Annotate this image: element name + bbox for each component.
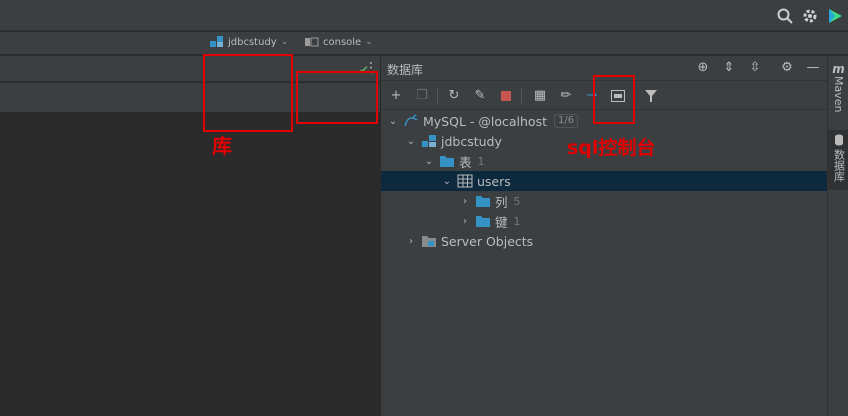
- stop-icon[interactable]: [497, 87, 515, 105]
- tree-node-keys[interactable]: › 键 1: [381, 211, 827, 231]
- database-tab-label: 数据库: [832, 149, 846, 182]
- folder-icon: [440, 156, 454, 167]
- editor-body[interactable]: [0, 114, 380, 416]
- chevron-right-icon[interactable]: ›: [459, 196, 471, 207]
- schema-icon: [422, 135, 436, 147]
- panel-title: 数据库: [387, 63, 424, 77]
- library-annotation: 库: [212, 134, 232, 158]
- database-selector[interactable]: jdbcstudy ⌄: [210, 33, 288, 51]
- database-icon: [834, 134, 843, 146]
- add-icon[interactable]: +: [387, 87, 405, 105]
- sql-console-highlight-box: [593, 75, 635, 124]
- refresh-icon[interactable]: ↻: [445, 87, 463, 105]
- table-icon: [457, 174, 473, 188]
- copy-icon[interactable]: ❐: [413, 87, 431, 105]
- console-selector-label: console: [323, 36, 362, 48]
- filter-icon[interactable]: [642, 87, 660, 105]
- console-icon: [305, 37, 319, 47]
- search-icon[interactable]: [776, 7, 794, 25]
- keys-count: 1: [513, 214, 521, 228]
- navigation-bar: [0, 32, 848, 55]
- server-objects-icon: [422, 236, 436, 247]
- edit-icon[interactable]: ✏: [557, 87, 575, 105]
- collapse-all-icon[interactable]: ⇳: [747, 60, 763, 76]
- datasource-label: MySQL - @localhost: [423, 113, 547, 129]
- minimize-icon[interactable]: —: [805, 60, 821, 76]
- expand-all-icon[interactable]: ⇕: [721, 60, 737, 76]
- folder-icon: [476, 216, 490, 227]
- datasource-badge: 1/6: [554, 114, 579, 128]
- gear-icon[interactable]: ⚙: [779, 60, 795, 76]
- toolbar-separator: [521, 88, 522, 104]
- plugin-icon[interactable]: [826, 7, 844, 25]
- gear-icon[interactable]: [801, 7, 819, 25]
- chevron-right-icon[interactable]: ›: [459, 216, 471, 227]
- schema-label: jdbcstudy: [441, 133, 502, 149]
- tables-folder-label: 表: [459, 154, 472, 170]
- edit-schema-icon[interactable]: ✎: [471, 87, 489, 105]
- columns-count: 5: [513, 194, 521, 208]
- table-view-icon[interactable]: ▦: [531, 87, 549, 105]
- chevron-down-icon: ⌄: [280, 37, 289, 47]
- locate-icon[interactable]: ⊕: [695, 60, 711, 76]
- mysql-icon: [404, 114, 418, 127]
- toolbar-separator: [437, 88, 438, 104]
- chevron-down-icon[interactable]: ⌄: [423, 156, 435, 167]
- tree-node-table-users[interactable]: ⌄ users: [381, 171, 827, 191]
- schema-icon: [210, 36, 223, 47]
- library-highlight-box: [203, 54, 293, 132]
- chevron-down-icon[interactable]: ⌄: [405, 136, 417, 147]
- server-objects-label: Server Objects: [441, 233, 534, 249]
- chevron-right-icon[interactable]: ›: [405, 236, 417, 247]
- table-label: users: [477, 173, 511, 189]
- chevron-down-icon[interactable]: ⌄: [387, 116, 399, 127]
- database-selector-label: jdbcstudy: [228, 36, 277, 48]
- chevron-down-icon[interactable]: ⌄: [441, 176, 453, 187]
- chevron-down-icon: ⌄: [365, 37, 373, 47]
- folder-icon: [476, 196, 490, 207]
- maven-tab-label: Maven: [832, 76, 845, 113]
- console-highlight-box: [296, 71, 378, 124]
- maven-icon: m: [832, 62, 845, 76]
- maven-tool-tab[interactable]: m Maven: [828, 62, 848, 122]
- database-tool-tab[interactable]: 数据库: [828, 130, 848, 190]
- console-selector[interactable]: console ⌄: [305, 33, 373, 51]
- tree-node-columns[interactable]: › 列 5: [381, 191, 827, 211]
- tree-node-server-objects[interactable]: › Server Objects: [381, 231, 827, 251]
- right-tool-strip: m Maven 数据库: [827, 56, 848, 416]
- keys-folder-label: 键: [495, 214, 508, 230]
- tables-count: 1: [477, 154, 485, 168]
- title-bar: [0, 0, 848, 31]
- columns-folder-label: 列: [495, 194, 508, 210]
- sql-console-annotation: sql控制台: [567, 137, 656, 159]
